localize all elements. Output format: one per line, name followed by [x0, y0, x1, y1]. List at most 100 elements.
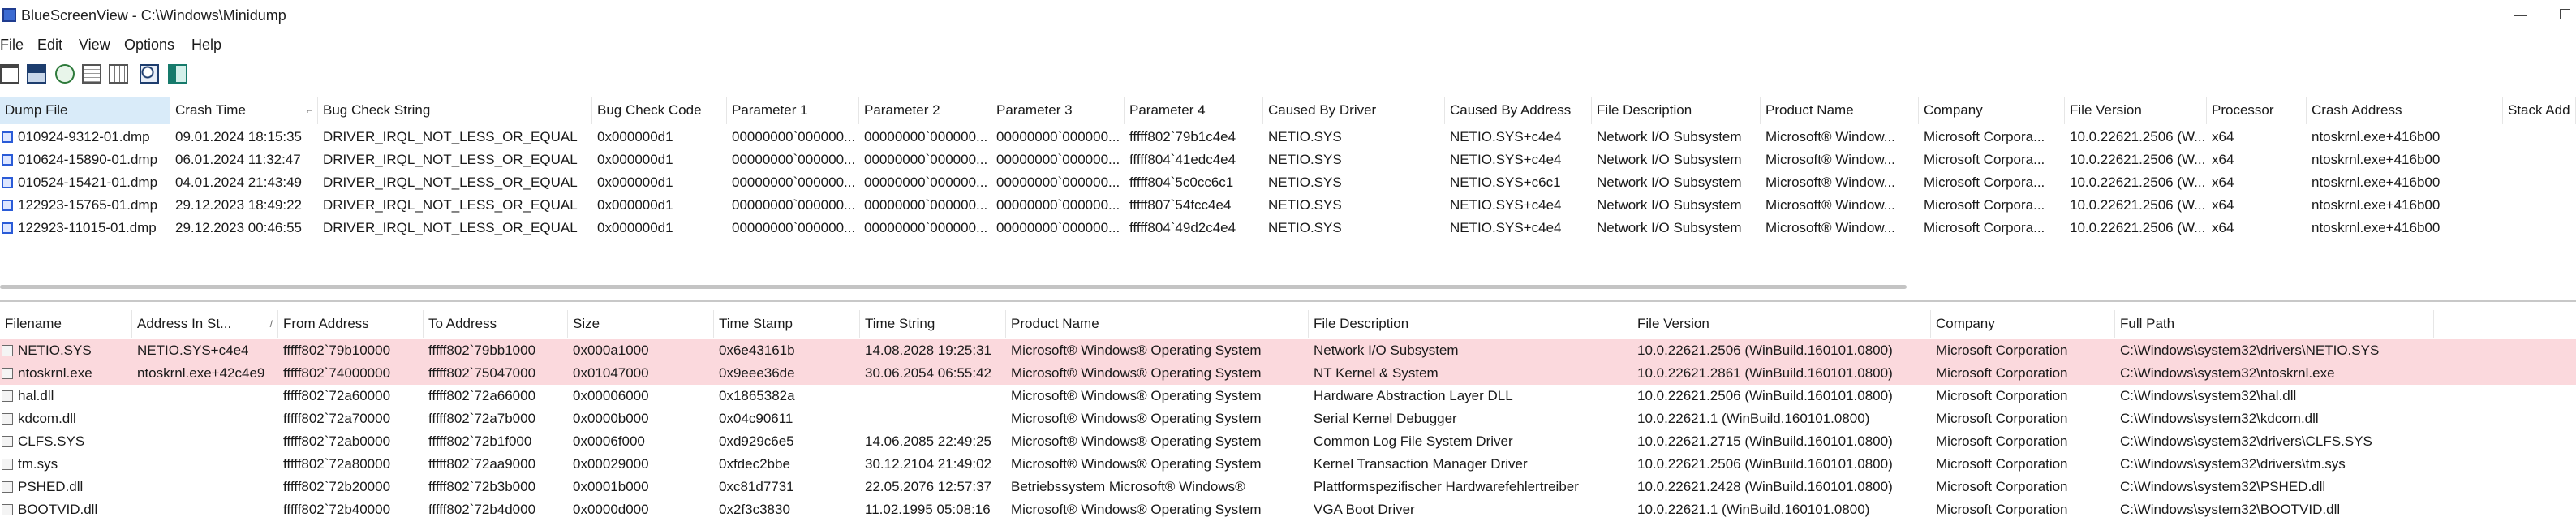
driver-file-icon: [2, 481, 13, 493]
dump-col-bug-check-code[interactable]: Bug Check Code: [592, 97, 727, 124]
find-icon[interactable]: [140, 64, 159, 84]
driver-cell-address-in-st: [132, 453, 278, 476]
dump-col-parameter-1[interactable]: Parameter 1: [727, 97, 859, 124]
driver-cell-text: C:\Windows\system32\ntoskrnl.exe: [2120, 365, 2335, 381]
horizontal-scrollbar[interactable]: [0, 285, 1907, 289]
driver-col-to-address[interactable]: To Address: [424, 310, 568, 338]
html-report-icon[interactable]: [109, 64, 128, 84]
driver-col-filename[interactable]: Filename: [0, 310, 132, 338]
dump-col-stack-add[interactable]: Stack Add: [2503, 97, 2576, 124]
dump-col-processor[interactable]: Processor: [2207, 97, 2307, 124]
driver-row[interactable]: CLFS.SYS fffff802`72ab0000 fffff802`72b1f0…: [0, 430, 2576, 453]
pane-splitter[interactable]: [0, 300, 2576, 302]
driver-cell-text: C:\Windows\system32\drivers\CLFS.SYS: [2120, 433, 2372, 449]
dump-col-product-name[interactable]: Product Name: [1761, 97, 1919, 124]
dump-row[interactable]: 122923-15765-01.dmp 29.12.2023 18:49:22 DR…: [0, 194, 2576, 217]
dump-cell-text: Network I/O Subsystem: [1597, 197, 1742, 213]
refresh-icon[interactable]: [55, 64, 75, 84]
dump-cell-text: 0x000000d1: [597, 197, 673, 213]
dump-col-file-version[interactable]: File Version: [2065, 97, 2207, 124]
driver-cell-filename: hal.dll: [0, 385, 132, 407]
dump-cell-text: 010924-9312-01.dmp: [18, 129, 150, 144]
driver-cell-text: fffff802`72a66000: [428, 388, 536, 403]
sort-indicator-icon: /: [269, 318, 273, 330]
crash-dump-list: Dump File Crash Time ⌐ Bug Check String Bug …: [0, 97, 2576, 243]
menu-edit[interactable]: Edit: [37, 37, 62, 54]
driver-row[interactable]: ntoskrnl.exe ntoskrnl.exe+42c4e9 fffff802`…: [0, 362, 2576, 385]
dump-row[interactable]: 010924-9312-01.dmp 09.01.2024 18:15:35 DRI…: [0, 126, 2576, 149]
driver-col-size[interactable]: Size: [568, 310, 714, 338]
driver-row[interactable]: NETIO.SYS NETIO.SYS+c4e4 fffff802`79b10000…: [0, 339, 2576, 362]
driver-cell-text: 10.0.22621.2506 (WinBuild.160101.0800): [1637, 456, 1893, 472]
dump-cell-file-version: 10.0.22621.2506 (W...: [2065, 149, 2207, 171]
dump-row[interactable]: 122923-11015-01.dmp 29.12.2023 00:46:55 DR…: [0, 217, 2576, 239]
copy-icon[interactable]: [82, 64, 101, 84]
driver-col-file-version[interactable]: File Version: [1632, 310, 1931, 338]
driver-col-product-name[interactable]: Product Name: [1006, 310, 1309, 338]
driver-cell-address-in-st: [132, 430, 278, 453]
properties-icon[interactable]: [0, 64, 19, 84]
driver-row[interactable]: kdcom.dll fffff802`72a70000 fffff802`72a7b…: [0, 407, 2576, 430]
driver-row[interactable]: hal.dll fffff802`72a60000 fffff802`72a6600…: [0, 385, 2576, 407]
dump-col-file-description[interactable]: File Description: [1592, 97, 1761, 124]
dump-cell-parameter-1: 00000000`000000...: [727, 194, 859, 217]
dump-col-caused-by-driver[interactable]: Caused By Driver: [1263, 97, 1445, 124]
dump-col-crash-address[interactable]: Crash Address: [2307, 97, 2503, 124]
driver-col-from-address[interactable]: From Address: [278, 310, 424, 338]
dump-col-label: Company: [1924, 102, 1983, 118]
driver-row[interactable]: tm.sys fffff802`72a80000 fffff802`72aa9000…: [0, 453, 2576, 476]
driver-cell-filename: NETIO.SYS: [0, 339, 132, 362]
dump-cell-bug-check-string: DRIVER_IRQL_NOT_LESS_OR_EQUAL: [318, 126, 592, 149]
dump-col-company[interactable]: Company: [1919, 97, 2065, 124]
driver-cell-address-in-st: [132, 385, 278, 407]
driver-col-full-path[interactable]: Full Path: [2115, 310, 2434, 338]
driver-row[interactable]: BOOTVID.dll fffff802`72b40000 fffff802`72b…: [0, 498, 2576, 521]
dump-cell-bug-check-code: 0x000000d1: [592, 217, 727, 239]
menu-view[interactable]: View: [79, 37, 110, 54]
exit-icon[interactable]: [168, 64, 187, 84]
dump-cell-company: Microsoft Corpora...: [1919, 149, 2065, 171]
driver-cell-product-name: Microsoft® Windows® Operating System: [1006, 430, 1309, 453]
driver-cell-text: NETIO.SYS: [18, 343, 92, 358]
driver-file-icon: [2, 459, 13, 470]
menu-file[interactable]: File: [0, 37, 24, 54]
dump-cell-parameter-1: 00000000`000000...: [727, 171, 859, 194]
dump-cell-text: x64: [2212, 175, 2234, 190]
menu-options[interactable]: Options: [124, 37, 174, 54]
dump-col-caused-by-address[interactable]: Caused By Address: [1445, 97, 1592, 124]
dump-cell-parameter-2: 00000000`000000...: [859, 126, 991, 149]
driver-col-time-stamp[interactable]: Time Stamp: [714, 310, 860, 338]
driver-col-time-string[interactable]: Time String: [860, 310, 1006, 338]
dump-row[interactable]: 010624-15890-01.dmp 06.01.2024 11:32:47 DR…: [0, 149, 2576, 171]
dump-col-bug-check-string[interactable]: Bug Check String: [318, 97, 592, 124]
dump-cell-caused-by-address: NETIO.SYS+c4e4: [1445, 149, 1592, 171]
dump-cell-text: 29.12.2023 18:49:22: [175, 197, 302, 213]
dump-cell-bug-check-code: 0x000000d1: [592, 171, 727, 194]
driver-col-address-in-st[interactable]: Address In St... /: [132, 310, 278, 338]
driver-cell-time-stamp: 0x2f3c3830: [714, 498, 860, 521]
dump-row[interactable]: 010524-15421-01.dmp 04.01.2024 21:43:49 DR…: [0, 171, 2576, 194]
driver-col-company[interactable]: Company: [1931, 310, 2115, 338]
driver-row[interactable]: PSHED.dll fffff802`72b20000 fffff802`72b3b…: [0, 476, 2576, 498]
driver-col-file-description[interactable]: File Description: [1309, 310, 1632, 338]
dump-col-dump-file[interactable]: Dump File: [0, 97, 170, 124]
dump-cell-text: x64: [2212, 129, 2234, 144]
minimize-button[interactable]: [2507, 2, 2531, 28]
dump-col-parameter-4[interactable]: Parameter 4: [1125, 97, 1263, 124]
dump-col-parameter-2[interactable]: Parameter 2: [859, 97, 991, 124]
save-icon[interactable]: [27, 64, 46, 84]
driver-cell-text: 10.0.22621.2861 (WinBuild.160101.0800): [1637, 365, 1893, 381]
driver-cell-file-description: Kernel Transaction Manager Driver: [1309, 453, 1632, 476]
driver-cell-text: 10.0.22621.2428 (WinBuild.160101.0800): [1637, 479, 1893, 494]
dump-col-crash-time[interactable]: Crash Time ⌐: [170, 97, 318, 124]
driver-cell-from-address: fffff802`72a80000: [278, 453, 424, 476]
dump-cell-text: 0x000000d1: [597, 152, 673, 167]
maximize-button[interactable]: [2552, 2, 2576, 28]
dump-col-parameter-3[interactable]: Parameter 3: [991, 97, 1125, 124]
menu-help[interactable]: Help: [191, 37, 221, 54]
driver-cell-text: fffff802`72b20000: [283, 479, 391, 494]
driver-cell-filename: PSHED.dll: [0, 476, 132, 498]
driver-cell-text: 22.05.2076 12:57:37: [865, 479, 991, 494]
driver-cell-text: fffff802`72b1f000: [428, 433, 532, 449]
sort-indicator-icon: ⌐: [306, 105, 312, 116]
